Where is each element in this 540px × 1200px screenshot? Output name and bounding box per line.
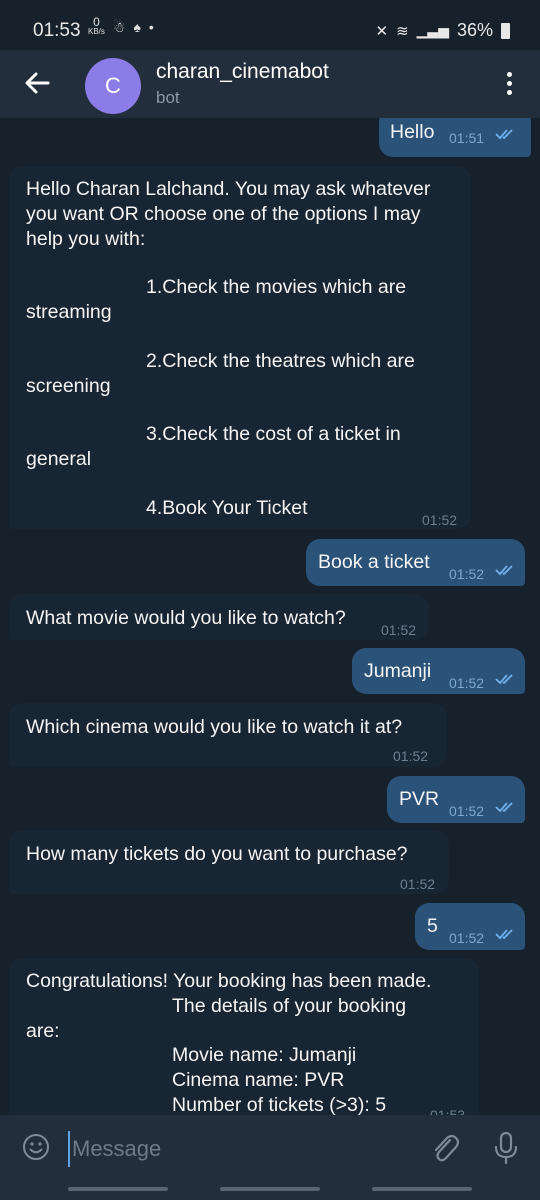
back-arrow-icon[interactable] [22,68,52,98]
wifi-icon: ≋ [396,22,409,40]
message-line: help you with: [26,228,146,250]
dot-icon: • [148,19,154,35]
message-outgoing[interactable]: Jumanji 01:52 [352,648,525,694]
message-time: 01:52 [393,748,429,764]
message-text: Book a ticket [318,551,430,573]
message-incoming[interactable]: Which cinema would you like to watch it … [9,703,447,767]
status-bar: 01:53 0 KB/s ☃ ♠ • ✕ ≋ ▁▃▅ 36% [0,0,540,50]
double-check-icon [495,802,513,813]
message-line: screening [26,375,111,397]
message-incoming[interactable]: Congratulations! Your booking has been m… [9,958,479,1115]
message-time: 01:52 [449,675,485,691]
avatar[interactable]: C [85,58,141,114]
message-line: streaming [26,301,112,323]
message-text: PVR [399,788,440,810]
net-speed-unit: KB/s [88,27,105,36]
chat-header: C charan_cinemabot bot [0,50,540,118]
battery-level: 36% [456,20,493,40]
message-line: 2.Check the theatres which are [146,350,415,372]
double-check-icon [495,565,513,576]
chat-subtitle: bot [156,88,180,107]
nav-gesture-bar [372,1187,472,1191]
attach-icon[interactable] [428,1131,460,1165]
double-check-icon [495,129,513,140]
message-line: Hello Charan Lalchand. You may ask whate… [26,178,431,200]
message-text: How many tickets do you want to purchase… [26,843,408,865]
message-time: 01:52 [400,876,436,892]
chat-title[interactable]: charan_cinemabot [156,60,329,84]
message-list[interactable]: Hello 01:51 Hello Charan Lalchand. You m… [0,118,540,1115]
message-incoming[interactable]: What movie would you like to watch? 01:5… [9,594,429,640]
net-speed: 0 KB/s [88,15,105,36]
message-incoming[interactable]: How many tickets do you want to purchase… [9,830,449,894]
message-line: you want OR choose one of the options I … [26,203,421,225]
message-outgoing[interactable]: PVR 01:52 [387,776,525,823]
message-line: Cinema name: PVR [172,1069,345,1091]
message-line: 4.Book Your Ticket [146,497,308,519]
message-time: 01:52 [449,930,485,946]
message-line: 3.Check the cost of a ticket in [146,423,401,445]
message-composer [0,1115,540,1200]
message-text: 5 [427,915,438,937]
message-time: 01:52 [449,803,485,819]
message-outgoing[interactable]: Hello 01:51 [379,118,531,157]
nav-gesture-bar [220,1187,320,1191]
double-check-icon [495,674,513,685]
emoji-icon[interactable] [22,1133,50,1161]
nav-gesture-bar [68,1187,168,1191]
message-time: 01:52 [381,622,417,638]
message-line: general [26,448,92,470]
avatar-letter: C [105,73,121,98]
status-right-icons: ✕ ≋ ▁▃▅ 36% [375,20,510,41]
mic-icon[interactable] [492,1131,520,1165]
message-line: The details of your booking [172,995,407,1017]
mute-icon: ✕ [375,22,389,40]
message-line: 1.Check the movies which are [146,276,407,298]
status-left-icons: 0 KB/s ☃ ♠ • [88,15,154,36]
message-time: 01:52 [422,512,458,528]
message-line: Number of tickets (>3): 5 [172,1094,387,1115]
message-line: are: [26,1020,60,1042]
message-time: 01:52 [449,566,485,582]
message-line: Congratulations! Your booking has been m… [26,970,432,992]
net-speed-value: 0 [93,15,100,29]
message-outgoing[interactable]: 5 01:52 [415,903,525,950]
signal-icon: ▁▃▅ [416,22,449,38]
message-incoming[interactable]: Hello Charan Lalchand. You may ask whate… [9,166,471,529]
message-outgoing[interactable]: Book a ticket 01:52 [306,539,525,586]
status-time: 01:53 [33,20,81,41]
message-input[interactable] [68,1131,394,1167]
message-time: 01:53 [430,1107,466,1115]
double-check-icon [495,929,513,940]
message-text: Which cinema would you like to watch it … [26,716,403,738]
message-text: What movie would you like to watch? [26,607,346,629]
snapchat-icon: ♠ [133,19,141,35]
message-text: Hello [390,121,435,143]
message-text: Jumanji [364,660,432,682]
message-line: Movie name: Jumanji [172,1044,357,1066]
notification-icon: ☃ [112,18,126,35]
more-vert-icon[interactable] [506,72,514,98]
battery-icon [501,22,510,39]
message-time: 01:51 [449,130,485,146]
